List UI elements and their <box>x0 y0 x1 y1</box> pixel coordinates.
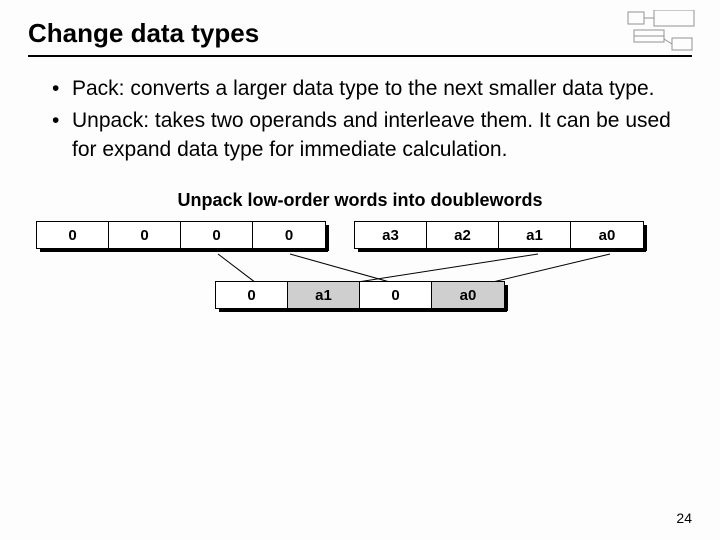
result-cell: a1 <box>288 282 360 308</box>
result-cell: 0 <box>216 282 288 308</box>
result-cell: 0 <box>360 282 432 308</box>
operand-cell: 0 <box>109 222 181 248</box>
page-number: 24 <box>676 510 692 526</box>
result-cell: a0 <box>432 282 504 308</box>
operand-cell: 0 <box>181 222 253 248</box>
diagram-caption: Unpack low-order words into doublewords <box>28 190 692 211</box>
title-divider <box>28 55 692 57</box>
operand-cell: 0 <box>37 222 109 248</box>
operand-right-register: a3 a2 a1 a0 <box>354 221 644 249</box>
result-register: 0 a1 0 a0 <box>215 281 505 309</box>
operand-cell: a2 <box>427 222 499 248</box>
result-row: 0 a1 0 a0 <box>28 281 692 309</box>
bullet-item: Pack: converts a larger data type to the… <box>52 75 692 103</box>
bullet-list: Pack: converts a larger data type to the… <box>28 75 692 164</box>
unpack-diagram: Unpack low-order words into doublewords … <box>28 190 692 309</box>
operand-cell: a0 <box>571 222 643 248</box>
slide-title: Change data types <box>28 18 692 49</box>
operand-cell: a3 <box>355 222 427 248</box>
bullet-item: Unpack: takes two operands and interleav… <box>52 107 692 164</box>
operand-left-register: 0 0 0 0 <box>36 221 326 249</box>
header-decoration-icon <box>626 10 698 54</box>
operand-cell: 0 <box>253 222 325 248</box>
operand-cell: a1 <box>499 222 571 248</box>
source-operands-row: 0 0 0 0 a3 a2 a1 a0 <box>28 221 692 249</box>
